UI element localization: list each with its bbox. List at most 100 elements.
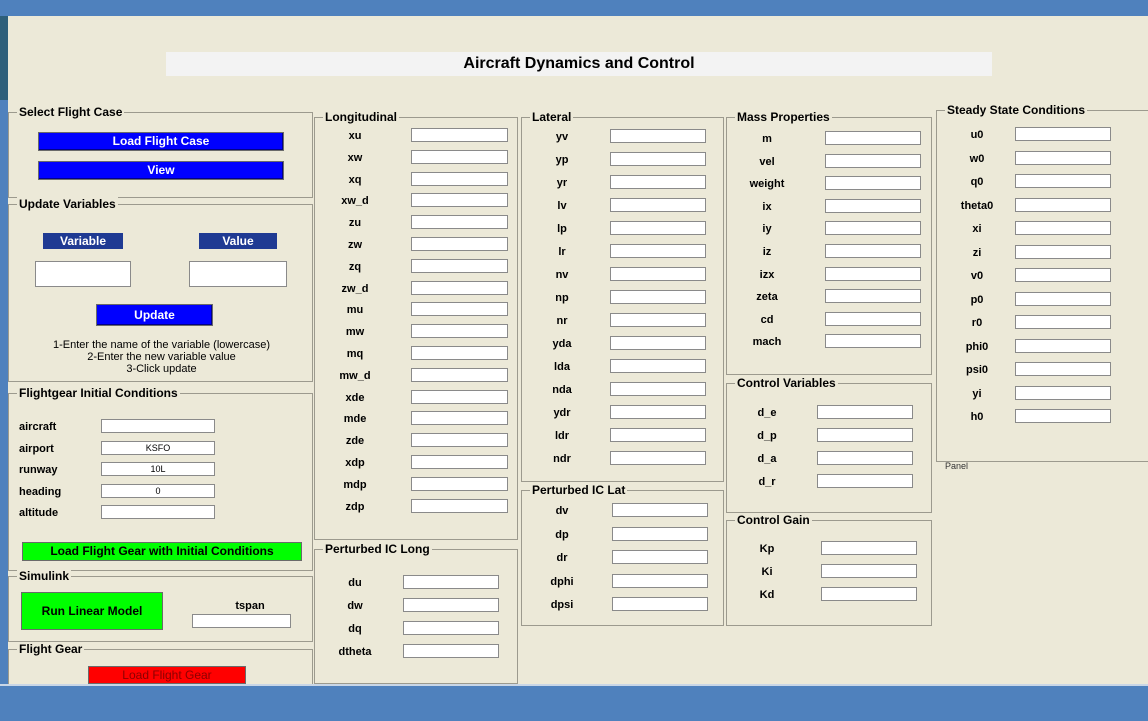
perturbed-long-input[interactable]: [403, 575, 499, 589]
panel-title: Simulink: [17, 569, 72, 584]
variable-name-input[interactable]: [35, 261, 131, 287]
lateral-input[interactable]: [610, 313, 706, 327]
control-vars-input[interactable]: [817, 451, 913, 465]
longitudinal-input[interactable]: [411, 302, 508, 317]
perturbed-lat-input[interactable]: [612, 526, 708, 541]
steady-input[interactable]: [1015, 268, 1111, 282]
longitudinal-input[interactable]: [411, 128, 508, 142]
load-flight-gear-with-initial-conditions-button[interactable]: Load Flight Gear with Initial Conditions: [22, 542, 302, 561]
mass-input[interactable]: [825, 266, 921, 281]
longitudinal-input[interactable]: [411, 389, 508, 404]
mass-input[interactable]: [825, 334, 921, 349]
mass-input[interactable]: [825, 289, 921, 304]
steady-input[interactable]: [1015, 409, 1111, 423]
lateral-input[interactable]: [610, 359, 706, 373]
steady-input[interactable]: [1015, 315, 1111, 329]
perturbed-lat-input[interactable]: [612, 597, 708, 611]
lateral-input[interactable]: [610, 336, 706, 350]
fg-init-input[interactable]: [101, 483, 215, 498]
lateral-input[interactable]: [610, 221, 706, 235]
steady-input[interactable]: [1015, 221, 1111, 235]
lateral-input[interactable]: [610, 244, 706, 258]
perturbed-lat-label: dp: [555, 528, 569, 541]
lateral-label: ldr: [554, 430, 570, 442]
fg-init-input[interactable]: [101, 505, 215, 519]
control-vars-input[interactable]: [817, 474, 913, 488]
longitudinal-input[interactable]: [411, 193, 508, 208]
lateral-input[interactable]: [610, 175, 706, 189]
longitudinal-input[interactable]: [411, 324, 508, 339]
mass-input[interactable]: [825, 131, 921, 145]
steady-input[interactable]: [1015, 174, 1111, 188]
longitudinal-label: zw_d: [341, 282, 369, 295]
fg-init-input[interactable]: [101, 462, 215, 476]
steady-input[interactable]: [1015, 244, 1111, 259]
steady-label: phi0: [965, 340, 989, 353]
lateral-label: lr: [558, 246, 566, 258]
mass-input[interactable]: [825, 311, 921, 326]
longitudinal-label: xdp: [345, 457, 365, 469]
steady-input[interactable]: [1015, 385, 1111, 400]
steady-input[interactable]: [1015, 150, 1111, 165]
longitudinal-label: mw: [345, 326, 365, 339]
perturbed-long-input[interactable]: [403, 598, 499, 612]
steady-input[interactable]: [1015, 291, 1111, 306]
lateral-input[interactable]: [610, 382, 706, 396]
tspan-input[interactable]: [192, 614, 291, 628]
run-linear-model-button[interactable]: Run Linear Model: [21, 592, 163, 630]
variable-value-input[interactable]: [189, 261, 287, 287]
lateral-input[interactable]: [610, 290, 706, 304]
panel-title: Perturbed IC Long: [323, 542, 432, 557]
perturbed-long-input[interactable]: [403, 644, 499, 658]
lateral-input[interactable]: [610, 152, 706, 166]
longitudinal-input[interactable]: [411, 237, 508, 251]
view-button[interactable]: View: [38, 161, 284, 180]
mass-input[interactable]: [825, 221, 921, 236]
load-flight-gear-button[interactable]: Load Flight Gear: [88, 666, 246, 684]
control-gain-input[interactable]: [821, 587, 917, 601]
load-flight-case-button[interactable]: Load Flight Case: [38, 132, 284, 151]
mass-input[interactable]: [825, 244, 921, 258]
longitudinal-input[interactable]: [411, 433, 508, 448]
perturbed-lat-input[interactable]: [612, 573, 708, 588]
select-flight-case-panel: Select Flight Case Load Flight Case View: [8, 105, 313, 198]
control-vars-input[interactable]: [817, 428, 913, 442]
longitudinal-label: xw: [347, 151, 363, 164]
mass-input[interactable]: [825, 198, 921, 213]
fg-init-input[interactable]: [101, 440, 215, 455]
lateral-input[interactable]: [610, 451, 706, 465]
longitudinal-input[interactable]: [411, 280, 508, 295]
steady-input[interactable]: [1015, 197, 1111, 212]
longitudinal-input[interactable]: [411, 455, 508, 469]
fg-init-input[interactable]: [101, 419, 215, 433]
control-vars-input[interactable]: [817, 405, 913, 419]
perturbed-lat-input[interactable]: [612, 503, 708, 517]
longitudinal-input[interactable]: [411, 215, 508, 230]
longitudinal-input[interactable]: [411, 171, 508, 186]
control-gain-input[interactable]: [821, 564, 917, 578]
steady-label: xi: [972, 223, 982, 235]
mass-input[interactable]: [825, 153, 921, 168]
perturbed-long-input[interactable]: [403, 621, 499, 635]
lateral-input[interactable]: [610, 198, 706, 212]
lateral-input[interactable]: [610, 405, 706, 419]
longitudinal-input[interactable]: [411, 346, 508, 360]
lateral-input[interactable]: [610, 129, 706, 143]
steady-input[interactable]: [1015, 127, 1111, 141]
lateral-input[interactable]: [610, 428, 706, 442]
steady-input[interactable]: [1015, 338, 1111, 353]
longitudinal-input[interactable]: [411, 476, 508, 491]
longitudinal-input[interactable]: [411, 498, 508, 513]
longitudinal-input[interactable]: [411, 258, 508, 273]
longitudinal-input[interactable]: [411, 367, 508, 382]
longitudinal-input[interactable]: [411, 149, 508, 164]
steady-input[interactable]: [1015, 362, 1111, 376]
perturbed-long-label: dtheta: [338, 646, 372, 658]
mass-input[interactable]: [825, 176, 921, 191]
update-button[interactable]: Update: [96, 304, 213, 326]
lateral-input[interactable]: [610, 267, 706, 281]
control-gain-input[interactable]: [821, 541, 917, 555]
perturbed-lat-input[interactable]: [612, 550, 708, 564]
panel-title: Flightgear Initial Conditions: [17, 386, 180, 401]
longitudinal-input[interactable]: [411, 411, 508, 426]
